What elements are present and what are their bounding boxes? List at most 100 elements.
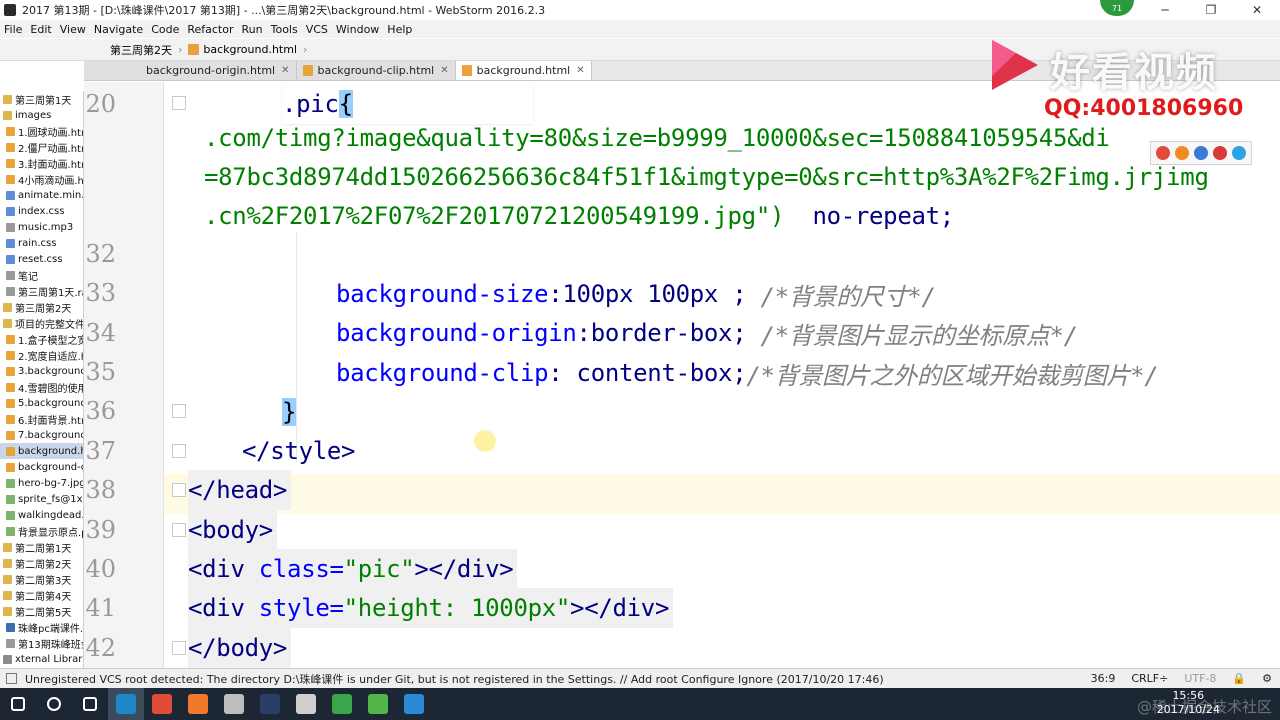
fold-icon[interactable] xyxy=(172,483,186,497)
code-line-wrap-3[interactable]: .cn%2F2017%2F07%2F20170721200549199.jpg"… xyxy=(204,196,954,236)
taskbar-app-person[interactable] xyxy=(288,688,324,720)
code-line-wrap-2[interactable]: =87bc3d8974dd150266256636c84f51f1&imgtyp… xyxy=(204,157,1209,197)
file-encoding[interactable]: UTF-8 xyxy=(1176,672,1224,685)
tree-item[interactable]: 4.雪碧图的使用 xyxy=(0,379,83,395)
menu-view[interactable]: View xyxy=(56,23,90,36)
menu-tools[interactable]: Tools xyxy=(267,23,302,36)
taskbar-photoshop[interactable] xyxy=(252,688,288,720)
safari-icon[interactable] xyxy=(1193,146,1208,160)
fold-icon[interactable] xyxy=(172,404,186,418)
code-line-39[interactable]: <body> xyxy=(188,510,277,550)
tab-background[interactable]: background.html ✕ xyxy=(455,61,592,80)
tree-item[interactable]: 6.封面背景.htm xyxy=(0,411,83,427)
tree-item[interactable]: 5.background xyxy=(0,395,83,411)
tree-item[interactable]: reset.css xyxy=(0,251,83,267)
tree-item[interactable]: 1.圆球动画.htm xyxy=(0,123,83,139)
taskbar-webstorm[interactable] xyxy=(108,688,144,720)
tree-item[interactable]: rain.css xyxy=(0,235,83,251)
fold-icon[interactable] xyxy=(172,96,186,110)
tab-close-icon[interactable]: ✕ xyxy=(440,65,448,76)
tree-item[interactable]: 第二周第2天 xyxy=(0,555,83,571)
tree-item[interactable]: 第二周第4天 xyxy=(0,587,83,603)
ie-icon[interactable] xyxy=(1231,146,1246,160)
chrome-icon[interactable] xyxy=(1156,146,1171,160)
taskbar-chrome[interactable] xyxy=(144,688,180,720)
tree-item[interactable]: 4小雨滴动画.h xyxy=(0,171,83,187)
tree-item[interactable]: 第三周第1天.ra xyxy=(0,283,83,299)
tree-item[interactable]: 背景显示原点.p xyxy=(0,523,83,539)
tree-item[interactable]: 7.background xyxy=(0,427,83,443)
taskbar-app-blue[interactable] xyxy=(396,688,432,720)
code-line-37[interactable]: </style> xyxy=(242,431,356,471)
menu-file[interactable]: File xyxy=(0,23,26,36)
tree-item[interactable]: 2.僵尸动画.htm xyxy=(0,139,83,155)
notification-badge[interactable]: 71 xyxy=(1100,0,1134,16)
code-line-38[interactable]: </head> xyxy=(188,470,292,510)
code-line-40[interactable]: <div class= "pic" ></div> xyxy=(188,549,518,589)
editor-gutter[interactable]: 20 32 33 34 35 36 37 38 39 40 41 42 xyxy=(84,82,164,668)
tree-item[interactable]: 第二周第1天 xyxy=(0,539,83,555)
taskbar-app-orange[interactable] xyxy=(180,688,216,720)
lock-icon[interactable]: 🔒 xyxy=(1224,672,1254,685)
menu-code[interactable]: Code xyxy=(147,23,183,36)
tree-item[interactable]: 第三周第2天 xyxy=(0,299,83,315)
tree-item[interactable]: sprite_fs@1x. xyxy=(0,491,83,507)
tree-item[interactable]: 珠峰pc端课件.psd xyxy=(0,619,83,635)
tree-item[interactable]: walkingdead.p xyxy=(0,507,83,523)
firefox-icon[interactable] xyxy=(1175,146,1190,160)
tree-item[interactable]: animate.min.c xyxy=(0,187,83,203)
close-button[interactable]: ✕ xyxy=(1234,0,1280,20)
tree-item[interactable]: 3.封面动画.htm xyxy=(0,155,83,171)
opera-icon[interactable] xyxy=(1212,146,1227,160)
status-message[interactable]: Unregistered VCS root detected: The dire… xyxy=(25,671,884,687)
code-line-41[interactable]: <div style= "height: 1000px" ></div> xyxy=(188,588,674,628)
tree-item[interactable]: 第二周第5天 xyxy=(0,603,83,619)
tree-item[interactable]: 第三周第1天 xyxy=(0,91,83,107)
tree-item[interactable]: music.mp3 xyxy=(0,219,83,235)
menu-vcs[interactable]: VCS xyxy=(302,23,332,36)
vcs-icon[interactable]: ⚙ xyxy=(1254,672,1280,685)
menu-navigate[interactable]: Navigate xyxy=(90,23,147,36)
tree-item[interactable]: 项目的完整文件 xyxy=(0,315,83,331)
code-line-36[interactable]: } xyxy=(282,392,296,432)
taskbar-search[interactable] xyxy=(36,688,72,720)
tree-item[interactable]: images xyxy=(0,107,83,123)
taskbar-app-feather[interactable] xyxy=(216,688,252,720)
tab-background-clip[interactable]: background-clip.html ✕ xyxy=(296,61,456,80)
code-line-33[interactable]: background-size:100px 100px ; /*背景的尺寸*/ xyxy=(336,274,936,314)
tree-item[interactable]: hero-bg-7.jpg xyxy=(0,475,83,491)
tree-item[interactable]: background.h xyxy=(0,443,83,459)
system-clock[interactable]: 15:56 2017/10/24 xyxy=(1157,689,1220,717)
fold-icon[interactable] xyxy=(172,641,186,655)
menu-refactor[interactable]: Refactor xyxy=(183,23,237,36)
tab-close-icon[interactable]: ✕ xyxy=(281,65,289,76)
code-line-wrap-1[interactable]: .com/timg?image&quality=80&size=b9999_10… xyxy=(204,118,1110,158)
tree-item[interactable]: 笔记 xyxy=(0,267,83,283)
toggle-tool-windows-icon[interactable] xyxy=(6,673,17,684)
breadcrumb-folder[interactable]: 第三周第2天 xyxy=(0,42,176,58)
menu-help[interactable]: Help xyxy=(383,23,416,36)
line-separator[interactable]: CRLF÷ xyxy=(1123,672,1176,685)
fold-icon[interactable] xyxy=(172,523,186,537)
breadcrumb-file[interactable]: background.html xyxy=(184,43,301,56)
tree-item[interactable]: xternal Libraries xyxy=(0,651,83,667)
tree-item[interactable]: 2.宽度自适应.h xyxy=(0,347,83,363)
tree-item[interactable]: 第二周第3天 xyxy=(0,571,83,587)
tree-item[interactable]: index.css xyxy=(0,203,83,219)
menu-edit[interactable]: Edit xyxy=(26,23,55,36)
code-line-35[interactable]: background-clip: content-box;/*背景图片之外的区域… xyxy=(336,353,1159,393)
maximize-button[interactable]: ❐ xyxy=(1188,0,1234,20)
taskbar-app-green2[interactable] xyxy=(360,688,396,720)
menu-run[interactable]: Run xyxy=(238,23,267,36)
minimize-button[interactable]: ─ xyxy=(1142,0,1188,20)
tab-background-origin[interactable]: background-origin.html ✕ xyxy=(84,61,297,80)
tree-item[interactable]: 3.background xyxy=(0,363,83,379)
tab-close-icon[interactable]: ✕ xyxy=(576,65,584,76)
menu-window[interactable]: Window xyxy=(332,23,383,36)
tree-item[interactable]: 第13期珠峰班会.p xyxy=(0,635,83,651)
code-line-42[interactable]: </body> xyxy=(188,628,292,668)
taskbar-start[interactable] xyxy=(0,688,36,720)
code-line-34[interactable]: background-origin:border-box; /*背景图片显示的坐… xyxy=(336,313,1078,353)
taskbar-task-view[interactable] xyxy=(72,688,108,720)
caret-position[interactable]: 36:9 xyxy=(1083,672,1124,685)
